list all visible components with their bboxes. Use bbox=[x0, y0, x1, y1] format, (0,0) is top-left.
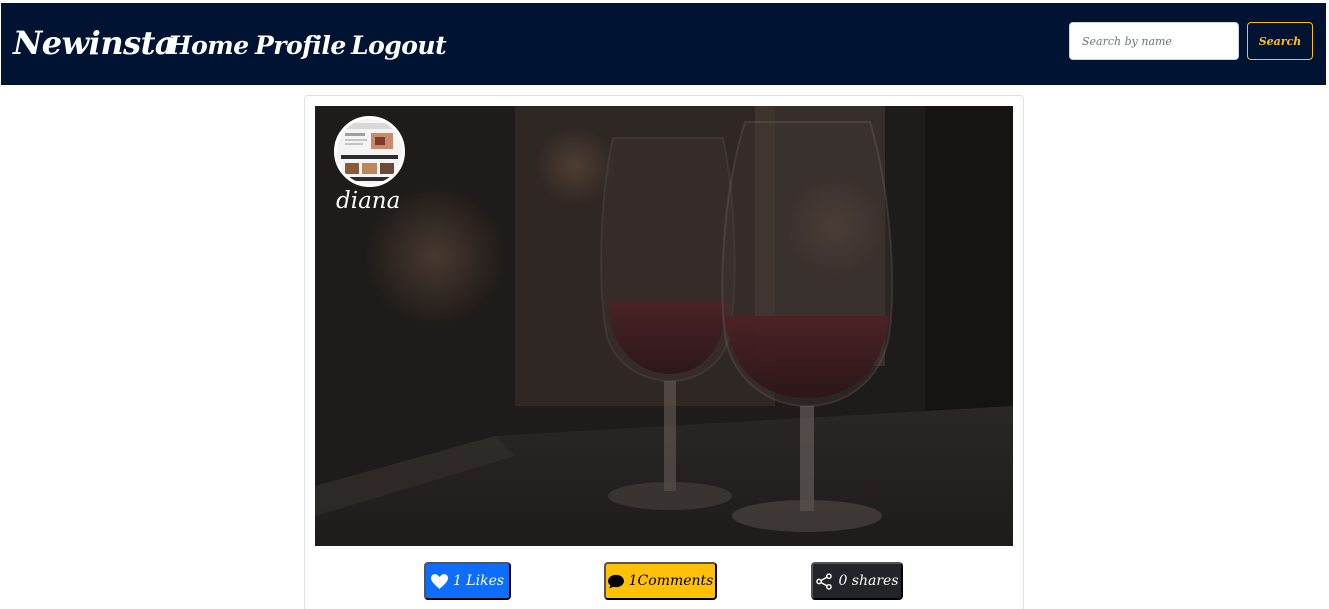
share-button[interactable]: 0 shares bbox=[811, 562, 903, 600]
avatar[interactable] bbox=[334, 116, 405, 187]
search-input[interactable] bbox=[1069, 22, 1239, 60]
like-button[interactable]: 1 Likes bbox=[424, 562, 511, 600]
search-button[interactable]: Search bbox=[1247, 22, 1313, 60]
wine-glasses-photo bbox=[315, 106, 1013, 546]
share-count-label: 0 shares bbox=[838, 573, 899, 589]
post-image[interactable] bbox=[315, 106, 1013, 546]
heart-icon bbox=[430, 573, 448, 589]
brand-logo[interactable]: Newinsta bbox=[13, 23, 176, 63]
comment-button[interactable]: 1Comments bbox=[604, 562, 717, 600]
like-count-label: 1 Likes bbox=[452, 573, 505, 589]
nav-link-logout[interactable]: Logout bbox=[351, 30, 447, 62]
comment-count-label: 1Comments bbox=[628, 573, 714, 589]
avatar-thumbnail bbox=[337, 119, 402, 184]
share-icon bbox=[816, 572, 833, 590]
nav-link-profile[interactable]: Profile bbox=[255, 30, 346, 62]
chat-bubble-icon bbox=[607, 574, 624, 588]
post-username[interactable]: diana bbox=[336, 186, 400, 216]
nav-link-home[interactable]: Home bbox=[168, 30, 249, 62]
